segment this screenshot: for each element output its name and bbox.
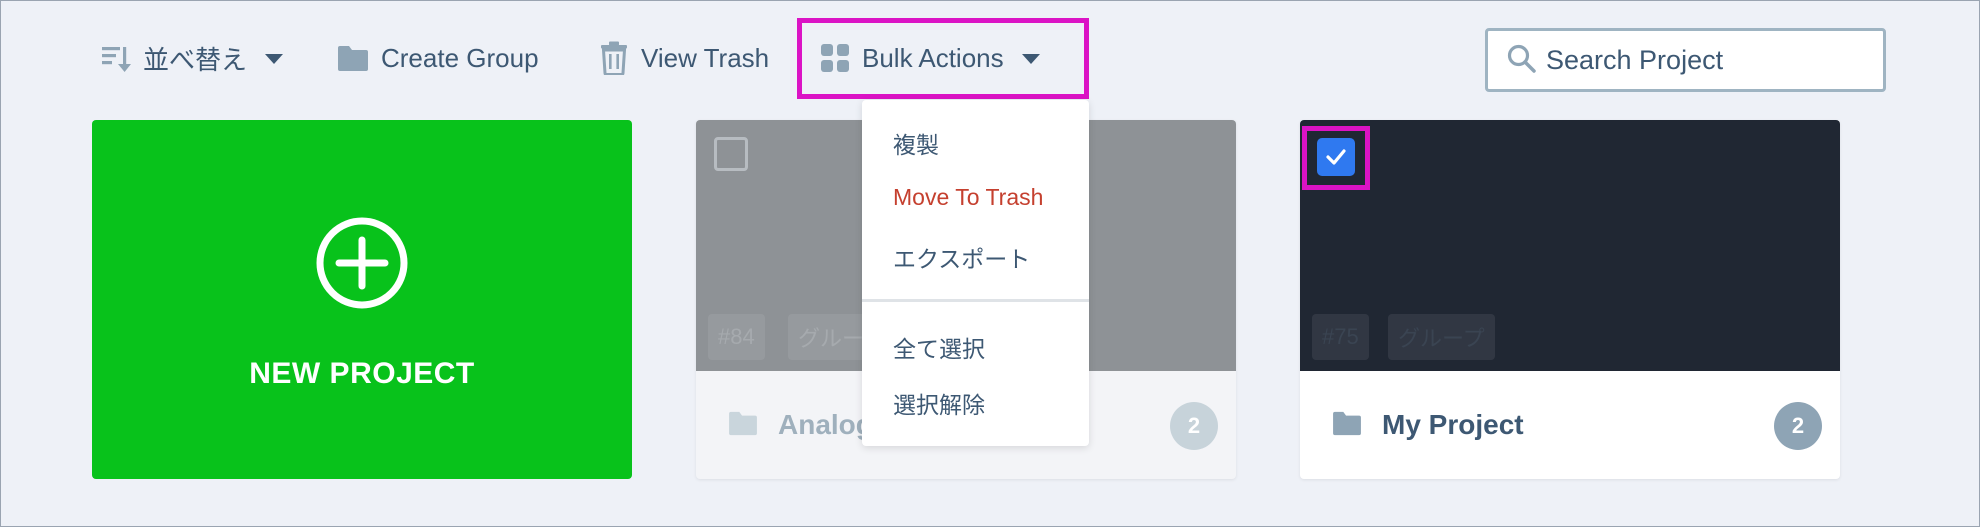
menu-item-duplicate[interactable]: 複製 bbox=[893, 126, 939, 160]
menu-item-export[interactable]: エクスポート bbox=[893, 240, 1030, 274]
bulk-actions-highlight bbox=[797, 18, 1089, 99]
select-checkbox[interactable] bbox=[714, 137, 748, 171]
project-name[interactable]: My Project bbox=[1382, 409, 1524, 441]
group-tag: グループ bbox=[1388, 314, 1495, 360]
project-footer: My Project 2 bbox=[1300, 371, 1840, 479]
menu-item-select-all[interactable]: 全て選択 bbox=[893, 330, 985, 364]
sort-button[interactable]: 並べ替え bbox=[101, 36, 284, 80]
view-trash-button[interactable]: View Trash bbox=[599, 36, 769, 80]
project-thumbnail: #75 グループ bbox=[1300, 120, 1840, 371]
menu-item-move-to-trash[interactable]: Move To Trash bbox=[893, 184, 1043, 211]
create-group-label: Create Group bbox=[381, 42, 539, 73]
new-project-card[interactable]: NEW PROJECT bbox=[92, 120, 632, 479]
sort-label: 並べ替え bbox=[143, 44, 248, 75]
trash-icon bbox=[599, 41, 629, 75]
chevron-down-icon bbox=[265, 54, 284, 64]
member-count-badge: 2 bbox=[1774, 402, 1822, 450]
sort-icon bbox=[101, 43, 131, 73]
folder-icon bbox=[337, 44, 369, 72]
search-icon bbox=[1506, 43, 1536, 78]
project-name[interactable]: Analog bbox=[778, 409, 873, 441]
menu-divider bbox=[862, 299, 1089, 302]
view-trash-label: View Trash bbox=[641, 42, 770, 73]
project-id-tag: #84 bbox=[708, 314, 765, 360]
bulk-actions-menu: 複製 Move To Trash エクスポート 全て選択 選択解除 bbox=[862, 100, 1089, 446]
select-checkbox-checked[interactable] bbox=[1317, 138, 1355, 176]
folder-icon bbox=[1333, 411, 1361, 436]
check-icon bbox=[1326, 149, 1346, 165]
member-count-badge: 2 bbox=[1170, 402, 1218, 450]
project-id-tag: #75 bbox=[1312, 314, 1369, 360]
add-circle-icon bbox=[316, 217, 408, 309]
create-group-button[interactable]: Create Group bbox=[337, 36, 539, 80]
folder-icon bbox=[729, 411, 757, 436]
search-input[interactable] bbox=[1544, 43, 1868, 77]
menu-item-deselect[interactable]: 選択解除 bbox=[893, 386, 985, 420]
new-project-label: NEW PROJECT bbox=[249, 357, 475, 390]
project-card-my-project[interactable]: #75 グループ My Project 2 bbox=[1300, 120, 1840, 479]
search-box[interactable] bbox=[1485, 28, 1886, 92]
